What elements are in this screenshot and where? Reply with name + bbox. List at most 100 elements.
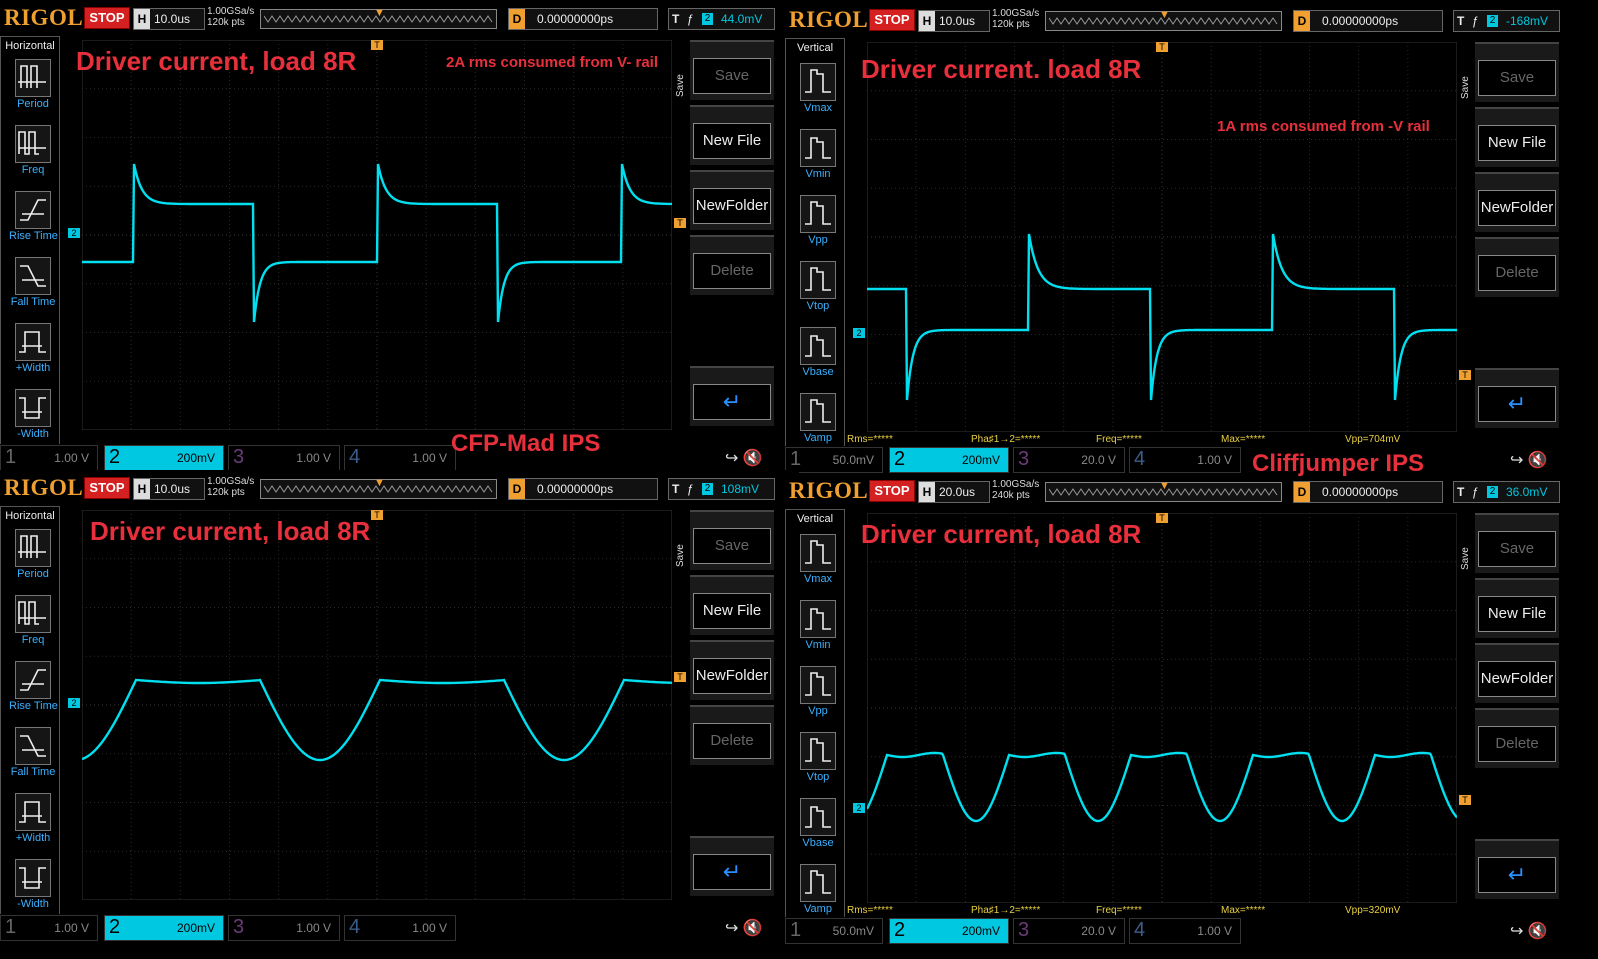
horizontal-timebase[interactable]: H 10.0us — [918, 10, 990, 32]
channel-2[interactable]: 2 200mV — [889, 447, 1009, 473]
channel-1[interactable]: 1 1.00 V — [0, 445, 98, 471]
new-file-button[interactable]: New File — [690, 575, 774, 635]
rigol-logo: RIGOL — [4, 5, 84, 30]
t-label: T — [672, 482, 680, 496]
channel-3[interactable]: 3 20.0 V — [1013, 918, 1125, 944]
channel-1[interactable]: 1 1.00 V — [0, 915, 98, 941]
trigger-box[interactable]: T ƒ 2 44.0mV — [668, 8, 775, 30]
channel-3[interactable]: 3 1.00 V — [228, 915, 340, 941]
measure-item-rise-time[interactable]: Rise Time — [9, 191, 58, 253]
delete-button[interactable]: Delete — [1475, 708, 1559, 768]
memory-position-bar[interactable]: ▼ — [260, 7, 497, 29]
delay-box[interactable]: D 0.00000000ps — [1293, 481, 1443, 503]
delay-box[interactable]: D 0.00000000ps — [1293, 10, 1443, 32]
memory-position-bar[interactable]: ▼ — [260, 477, 497, 499]
channel-4[interactable]: 4 1.00 V — [1129, 918, 1241, 944]
channel-2-ground-marker[interactable]: 2 — [68, 698, 80, 708]
return-button[interactable]: ↵ — [1475, 368, 1559, 428]
measure-item-vmin[interactable]: Vmin — [794, 600, 842, 662]
measure-item-vbase[interactable]: Vbase — [794, 798, 842, 860]
channel-4[interactable]: 4 1.00 V — [344, 915, 456, 941]
channel-3[interactable]: 3 20.0 V — [1013, 447, 1125, 473]
memory-position-bar[interactable]: ▼ — [1045, 480, 1282, 502]
horizontal-timebase[interactable]: H 10.0us — [133, 8, 205, 30]
measure-item-freq[interactable]: Freq — [9, 125, 57, 187]
save-button[interactable]: Save — [690, 510, 774, 570]
trigger-position-marker[interactable]: T — [371, 40, 383, 50]
measure-item-fall-time[interactable]: Fall Time — [9, 257, 57, 319]
memory-depth: 120k pts — [207, 17, 245, 28]
newfolder-button[interactable]: NewFolder — [690, 640, 774, 700]
horizontal-timebase[interactable]: H 20.0us — [918, 481, 990, 503]
save-button[interactable]: Save — [1475, 42, 1559, 102]
run-stop-status[interactable]: STOP — [84, 7, 130, 29]
channel-4[interactable]: 4 1.00 V — [344, 445, 456, 471]
trigger-level-marker[interactable]: T — [1459, 370, 1471, 380]
channel-3[interactable]: 3 1.00 V — [228, 445, 340, 471]
channel-2[interactable]: 2 200mV — [104, 915, 224, 941]
trigger-position-marker[interactable]: T — [1156, 513, 1168, 523]
channel-2[interactable]: 2 200mV — [104, 445, 224, 471]
measure-item-vbase[interactable]: Vbase — [794, 327, 842, 389]
measure-freq: Freq=***** — [1096, 434, 1142, 445]
measure-item-width[interactable]: +Width — [9, 323, 57, 385]
return-button[interactable]: ↵ — [1475, 839, 1559, 899]
save-tab[interactable]: Save — [674, 506, 688, 606]
measure-item-period[interactable]: Period — [9, 529, 57, 591]
new-file-button[interactable]: New File — [690, 105, 774, 165]
trigger-level-marker[interactable]: T — [1459, 795, 1471, 805]
measure-max: Max=***** — [1221, 905, 1266, 916]
trigger-box[interactable]: T ƒ 2 36.0mV — [1453, 481, 1560, 503]
channel-2[interactable]: 2 200mV — [889, 918, 1009, 944]
measure-item-vpp[interactable]: Vpp — [794, 195, 842, 257]
newfolder-button[interactable]: NewFolder — [1475, 643, 1559, 703]
trigger-position-marker[interactable]: T — [1156, 42, 1168, 52]
plus-width-icon — [15, 323, 51, 361]
horizontal-timebase[interactable]: H 10.0us — [133, 478, 205, 500]
measure-item-vtop[interactable]: Vtop — [794, 261, 842, 323]
measure-item-period[interactable]: Period — [9, 59, 57, 121]
run-stop-status[interactable]: STOP — [869, 9, 915, 31]
run-stop-status[interactable]: STOP — [84, 477, 130, 499]
measure-item-width[interactable]: +Width — [9, 793, 57, 855]
measure-item-vpp[interactable]: Vpp — [794, 666, 842, 728]
measure-item-vtop[interactable]: Vtop — [794, 732, 842, 794]
new-file-button[interactable]: New File — [1475, 107, 1559, 167]
newfolder-button[interactable]: NewFolder — [1475, 172, 1559, 232]
save-tab[interactable]: Save — [674, 36, 688, 136]
channel-4[interactable]: 4 1.00 V — [1129, 447, 1241, 473]
trigger-position-marker[interactable]: T — [371, 510, 383, 520]
trigger-level-marker[interactable]: T — [674, 218, 686, 228]
delay-box[interactable]: D 0.00000000ps — [508, 478, 658, 500]
measure-item-vmin[interactable]: Vmin — [794, 129, 842, 191]
channel-1[interactable]: 1 50.0mV — [785, 918, 883, 944]
trigger-level-marker[interactable]: T — [674, 672, 686, 682]
save-button[interactable]: Save — [1475, 513, 1559, 573]
trigger-channel: 2 — [1487, 15, 1498, 27]
delete-button[interactable]: Delete — [690, 705, 774, 765]
measure-item-fall-time[interactable]: Fall Time — [9, 727, 57, 789]
channel-2-ground-marker[interactable]: 2 — [853, 803, 865, 813]
memory-position-bar[interactable]: ▼ — [1045, 9, 1282, 31]
channel-1[interactable]: 1 50.0mV — [785, 447, 883, 473]
measure-item-freq[interactable]: Freq — [9, 595, 57, 657]
trigger-box[interactable]: T ƒ 2 108mV — [668, 478, 775, 500]
channel-2-ground-marker[interactable]: 2 — [853, 328, 865, 338]
run-stop-status[interactable]: STOP — [869, 480, 915, 502]
save-tab[interactable]: Save — [1459, 509, 1473, 609]
delete-button[interactable]: Delete — [1475, 237, 1559, 297]
new-file-button[interactable]: New File — [1475, 578, 1559, 638]
save-tab[interactable]: Save — [1459, 38, 1473, 138]
delete-button[interactable]: Delete — [690, 235, 774, 295]
save-button[interactable]: Save — [690, 40, 774, 100]
newfolder-button[interactable]: NewFolder — [690, 170, 774, 230]
measure-item-label: Vmin — [805, 639, 831, 651]
channel-2-ground-marker[interactable]: 2 — [68, 228, 80, 238]
measure-item-vmax[interactable]: Vmax — [794, 534, 842, 596]
delay-box[interactable]: D 0.00000000ps — [508, 8, 658, 30]
trigger-box[interactable]: T ƒ 2 -168mV — [1453, 10, 1560, 32]
return-button[interactable]: ↵ — [690, 366, 774, 426]
measure-item-rise-time[interactable]: Rise Time — [9, 661, 58, 723]
return-button[interactable]: ↵ — [690, 836, 774, 896]
measure-item-vmax[interactable]: Vmax — [794, 63, 842, 125]
